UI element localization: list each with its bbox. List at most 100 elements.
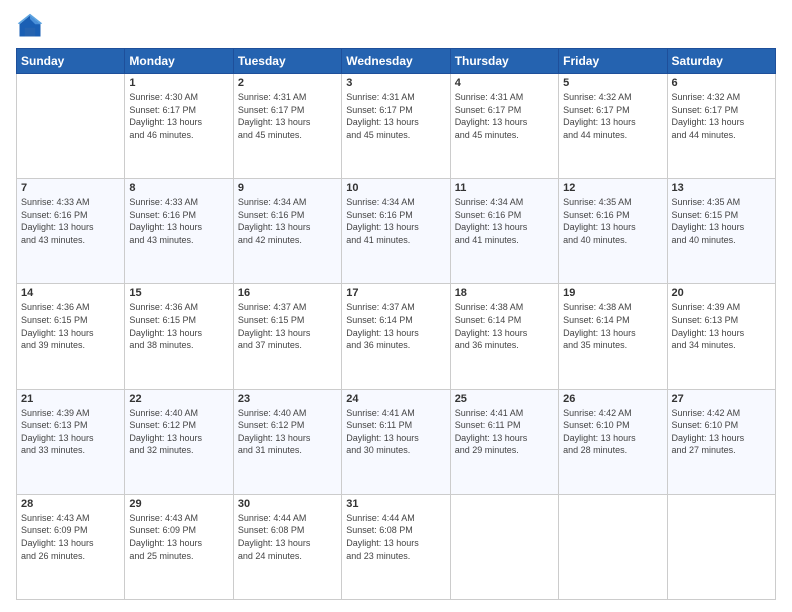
day-number: 12 (563, 182, 662, 194)
day-info: Sunrise: 4:39 AM Sunset: 6:13 PM Dayligh… (672, 301, 771, 351)
day-number: 31 (346, 498, 445, 510)
day-number: 30 (238, 498, 337, 510)
day-info: Sunrise: 4:31 AM Sunset: 6:17 PM Dayligh… (238, 91, 337, 141)
day-number: 5 (563, 77, 662, 89)
day-info: Sunrise: 4:31 AM Sunset: 6:17 PM Dayligh… (455, 91, 554, 141)
calendar-table: SundayMondayTuesdayWednesdayThursdayFrid… (16, 48, 776, 600)
calendar-cell: 26 Sunrise: 4:42 AM Sunset: 6:10 PM Dayli… (559, 389, 667, 494)
week-row-1: 1Sunrise: 4:30 AM Sunset: 6:17 PM Daylig… (17, 74, 776, 179)
calendar-cell: 4Sunrise: 4:31 AM Sunset: 6:17 PM Daylig… (450, 74, 558, 179)
day-number: 21 (21, 393, 120, 405)
day-number: 15 (129, 287, 228, 299)
calendar-cell: 27Sunrise: 4:42 AM Sunset: 6:10 PM Dayli… (667, 389, 775, 494)
calendar-cell: 16Sunrise: 4:37 AM Sunset: 6:15 PM Dayli… (233, 284, 341, 389)
calendar-cell: 23 Sunrise: 4:40 AM Sunset: 6:12 PM Dayli… (233, 389, 341, 494)
week-row-5: 28 Sunrise: 4:43 AM Sunset: 6:09 PM Dayli… (17, 494, 776, 599)
day-info: Sunrise: 4:32 AM Sunset: 6:17 PM Dayligh… (563, 91, 662, 141)
day-number: 28 (21, 498, 120, 510)
logo (16, 12, 48, 40)
day-info: Sunrise: 4:35 AM Sunset: 6:15 PM Dayligh… (672, 196, 771, 246)
day-info: Sunrise: 4:38 AM Sunset: 6:14 PM Dayligh… (455, 301, 554, 351)
day-info: Sunrise: 4:36 AM Sunset: 6:15 PM Dayligh… (21, 301, 120, 351)
day-info: Sunrise: 4:33 AM Sunset: 6:16 PM Dayligh… (21, 196, 120, 246)
day-number: 18 (455, 287, 554, 299)
week-row-4: 21 Sunrise: 4:39 AM Sunset: 6:13 PM Dayli… (17, 389, 776, 494)
day-info: Sunrise: 4:33 AM Sunset: 6:16 PM Dayligh… (129, 196, 228, 246)
calendar-cell: 5 Sunrise: 4:32 AM Sunset: 6:17 PM Daylig… (559, 74, 667, 179)
calendar-cell: 9 Sunrise: 4:34 AM Sunset: 6:16 PM Daylig… (233, 179, 341, 284)
day-info: Sunrise: 4:37 AM Sunset: 6:14 PM Dayligh… (346, 301, 445, 351)
day-info: Sunrise: 4:32 AM Sunset: 6:17 PM Dayligh… (672, 91, 771, 141)
calendar-cell: 3Sunrise: 4:31 AM Sunset: 6:17 PM Daylig… (342, 74, 450, 179)
day-number: 6 (672, 77, 771, 89)
day-info: Sunrise: 4:44 AM Sunset: 6:08 PM Dayligh… (346, 512, 445, 562)
day-number: 1 (129, 77, 228, 89)
calendar-cell: 10Sunrise: 4:34 AM Sunset: 6:16 PM Dayli… (342, 179, 450, 284)
day-number: 9 (238, 182, 337, 194)
calendar-cell: 14Sunrise: 4:36 AM Sunset: 6:15 PM Dayli… (17, 284, 125, 389)
day-info: Sunrise: 4:35 AM Sunset: 6:16 PM Dayligh… (563, 196, 662, 246)
day-number: 22 (129, 393, 228, 405)
calendar-cell: 12 Sunrise: 4:35 AM Sunset: 6:16 PM Dayli… (559, 179, 667, 284)
day-info: Sunrise: 4:34 AM Sunset: 6:16 PM Dayligh… (455, 196, 554, 246)
calendar-cell (17, 74, 125, 179)
calendar-cell (559, 494, 667, 599)
day-number: 17 (346, 287, 445, 299)
day-number: 19 (563, 287, 662, 299)
calendar-cell: 24 Sunrise: 4:41 AM Sunset: 6:11 PM Dayli… (342, 389, 450, 494)
day-info: Sunrise: 4:43 AM Sunset: 6:09 PM Dayligh… (21, 512, 120, 562)
day-info: Sunrise: 4:41 AM Sunset: 6:11 PM Dayligh… (455, 407, 554, 457)
col-header-thursday: Thursday (450, 49, 558, 74)
day-number: 29 (129, 498, 228, 510)
day-info: Sunrise: 4:38 AM Sunset: 6:14 PM Dayligh… (563, 301, 662, 351)
day-info: Sunrise: 4:37 AM Sunset: 6:15 PM Dayligh… (238, 301, 337, 351)
col-header-wednesday: Wednesday (342, 49, 450, 74)
calendar-cell: 1Sunrise: 4:30 AM Sunset: 6:17 PM Daylig… (125, 74, 233, 179)
day-info: Sunrise: 4:43 AM Sunset: 6:09 PM Dayligh… (129, 512, 228, 562)
day-info: Sunrise: 4:36 AM Sunset: 6:15 PM Dayligh… (129, 301, 228, 351)
day-info: Sunrise: 4:40 AM Sunset: 6:12 PM Dayligh… (129, 407, 228, 457)
calendar-cell: 11 Sunrise: 4:34 AM Sunset: 6:16 PM Dayli… (450, 179, 558, 284)
calendar-cell: 8 Sunrise: 4:33 AM Sunset: 6:16 PM Daylig… (125, 179, 233, 284)
day-info: Sunrise: 4:31 AM Sunset: 6:17 PM Dayligh… (346, 91, 445, 141)
calendar-cell (450, 494, 558, 599)
logo-icon (16, 12, 44, 40)
col-header-tuesday: Tuesday (233, 49, 341, 74)
calendar-cell: 18 Sunrise: 4:38 AM Sunset: 6:14 PM Dayli… (450, 284, 558, 389)
day-number: 11 (455, 182, 554, 194)
day-info: Sunrise: 4:42 AM Sunset: 6:10 PM Dayligh… (672, 407, 771, 457)
day-info: Sunrise: 4:34 AM Sunset: 6:16 PM Dayligh… (238, 196, 337, 246)
day-info: Sunrise: 4:44 AM Sunset: 6:08 PM Dayligh… (238, 512, 337, 562)
day-number: 8 (129, 182, 228, 194)
col-header-monday: Monday (125, 49, 233, 74)
week-row-3: 14Sunrise: 4:36 AM Sunset: 6:15 PM Dayli… (17, 284, 776, 389)
day-number: 10 (346, 182, 445, 194)
day-number: 7 (21, 182, 120, 194)
day-number: 25 (455, 393, 554, 405)
calendar-cell: 25 Sunrise: 4:41 AM Sunset: 6:11 PM Dayli… (450, 389, 558, 494)
calendar-cell: 13 Sunrise: 4:35 AM Sunset: 6:15 PM Dayli… (667, 179, 775, 284)
calendar-cell: 15 Sunrise: 4:36 AM Sunset: 6:15 PM Dayli… (125, 284, 233, 389)
week-row-2: 7 Sunrise: 4:33 AM Sunset: 6:16 PM Daylig… (17, 179, 776, 284)
day-number: 13 (672, 182, 771, 194)
calendar-cell: 22 Sunrise: 4:40 AM Sunset: 6:12 PM Dayli… (125, 389, 233, 494)
col-header-friday: Friday (559, 49, 667, 74)
calendar-cell: 2 Sunrise: 4:31 AM Sunset: 6:17 PM Daylig… (233, 74, 341, 179)
header (16, 12, 776, 40)
day-info: Sunrise: 4:40 AM Sunset: 6:12 PM Dayligh… (238, 407, 337, 457)
calendar-cell (667, 494, 775, 599)
calendar-cell: 29 Sunrise: 4:43 AM Sunset: 6:09 PM Dayli… (125, 494, 233, 599)
day-number: 20 (672, 287, 771, 299)
calendar-cell: 7 Sunrise: 4:33 AM Sunset: 6:16 PM Daylig… (17, 179, 125, 284)
calendar-cell: 6 Sunrise: 4:32 AM Sunset: 6:17 PM Daylig… (667, 74, 775, 179)
day-info: Sunrise: 4:41 AM Sunset: 6:11 PM Dayligh… (346, 407, 445, 457)
day-number: 26 (563, 393, 662, 405)
calendar-cell: 17 Sunrise: 4:37 AM Sunset: 6:14 PM Dayli… (342, 284, 450, 389)
calendar-cell: 19 Sunrise: 4:38 AM Sunset: 6:14 PM Dayli… (559, 284, 667, 389)
day-number: 24 (346, 393, 445, 405)
day-info: Sunrise: 4:39 AM Sunset: 6:13 PM Dayligh… (21, 407, 120, 457)
day-number: 23 (238, 393, 337, 405)
calendar-cell: 21 Sunrise: 4:39 AM Sunset: 6:13 PM Dayli… (17, 389, 125, 494)
day-info: Sunrise: 4:42 AM Sunset: 6:10 PM Dayligh… (563, 407, 662, 457)
day-number: 2 (238, 77, 337, 89)
